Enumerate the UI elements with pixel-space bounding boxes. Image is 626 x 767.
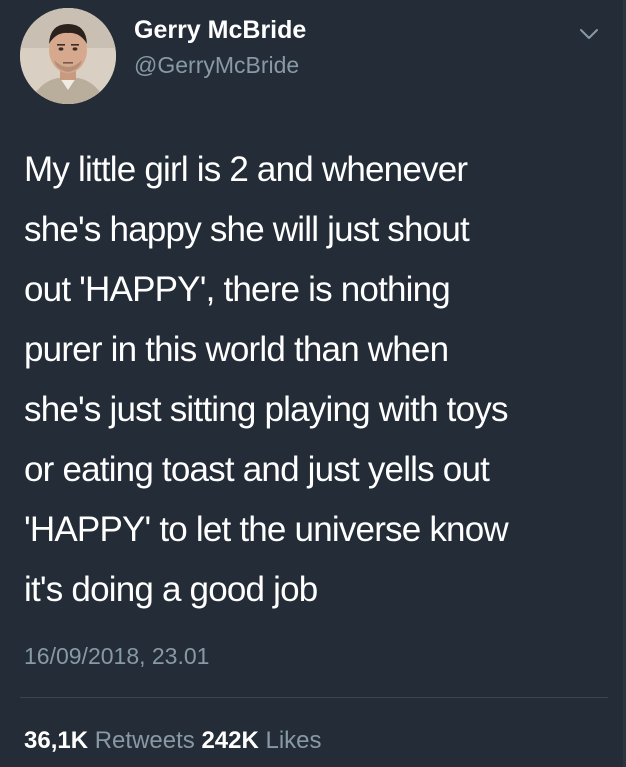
tweet-text-line: it's doing a good job — [24, 570, 318, 609]
author-avatar[interactable] — [20, 8, 116, 104]
tweet-text: My little girl is 2 and whenever she's h… — [24, 140, 614, 620]
tweet-text-line: purer in this world than when — [24, 330, 449, 369]
divider — [20, 697, 608, 698]
tweet-text-line: 'HAPPY' to let the universe know — [24, 510, 509, 549]
tweet-text-line: or eating toast and just yells out — [24, 450, 490, 489]
author-name[interactable]: Gerry McBride — [134, 16, 306, 45]
likes-label: Likes — [265, 727, 322, 754]
tweet-text-line: out 'HAPPY', there is nothing — [24, 270, 451, 309]
retweets-stat[interactable]: 36,1K Retweets — [24, 727, 201, 754]
tweet-card: Gerry McBride @GerryMcBride My little gi… — [0, 0, 626, 767]
chevron-down-icon[interactable] — [574, 22, 604, 46]
tweet-text-line: she's just sitting playing with toys — [24, 390, 508, 429]
tweet-stats: 36,1K Retweets 242K Likes — [24, 727, 322, 755]
likes-count: 242K — [201, 727, 259, 754]
likes-stat[interactable]: 242K Likes — [201, 727, 321, 754]
author-handle[interactable]: @GerryMcBride — [134, 52, 299, 79]
tweet-text-line: My little girl is 2 and whenever — [24, 150, 468, 189]
retweets-count: 36,1K — [24, 727, 89, 754]
retweets-label: Retweets — [94, 727, 195, 754]
tweet-timestamp[interactable]: 16/09/2018, 23.01 — [24, 643, 209, 670]
user-avatar-icon — [20, 8, 116, 104]
tweet-text-line: she's happy she will just shout — [24, 210, 470, 249]
